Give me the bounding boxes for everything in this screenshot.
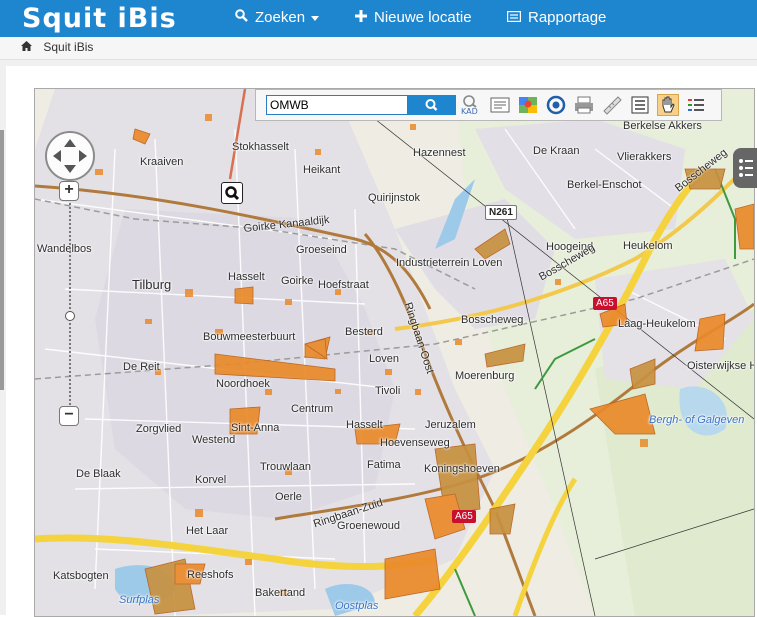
place-label: Hasselt (346, 419, 383, 431)
place-label: Sint-Anna (231, 422, 280, 434)
side-panel-toggle[interactable] (733, 148, 757, 188)
search-icon (235, 0, 248, 35)
breadcrumb: Squit iBis (0, 37, 757, 60)
place-label: Het Laar (186, 525, 229, 537)
nav-nieuwe-locatie-label: Nieuwe locatie (374, 9, 472, 26)
measure-ruler-icon[interactable] (601, 94, 623, 116)
place-label: Berkel-Enschot (567, 179, 642, 191)
place-label: Berkelse Akkers (623, 120, 702, 132)
place-label: Bosscheweg (461, 314, 524, 326)
place-label: Reeshofs (187, 569, 234, 581)
search-icon (425, 99, 438, 111)
place-label: Goirke (281, 275, 314, 287)
place-label: De Blaak (76, 468, 121, 480)
report-icon (506, 0, 522, 35)
pan-control[interactable] (45, 131, 95, 181)
place-label: Zorgvlied (136, 423, 182, 435)
legend-list-icon[interactable] (629, 94, 651, 116)
place-label: Loven (369, 353, 399, 365)
place-label: Groeseind (296, 244, 347, 256)
place-label: De Reit (123, 361, 160, 373)
place-label: Bouwmeesterbuurt (203, 331, 296, 343)
pan-hand-icon[interactable] (657, 94, 679, 116)
place-label: Hazennest (413, 147, 466, 159)
place-label: Westend (192, 434, 236, 446)
place-label: Quirijnstok (368, 192, 420, 204)
zoom-in-button[interactable]: + (59, 181, 79, 201)
nav-zoeken-dropdown[interactable]: Zoeken (235, 0, 320, 37)
road-shield: N261 (485, 205, 517, 220)
breadcrumb-item-home[interactable]: Squit iBis (21, 40, 93, 54)
place-label: Heukelom (623, 240, 673, 252)
place-label: De Kraan (533, 145, 580, 157)
info-list-icon[interactable] (489, 94, 511, 116)
place-label: Jeruzalem (425, 419, 476, 431)
place-label: Besterd (345, 326, 383, 338)
map-search-button[interactable] (408, 95, 456, 115)
breadcrumb-label: Squit iBis (43, 40, 94, 54)
pan-arrows-icon (53, 139, 87, 173)
nav-zoeken-label: Zoeken (255, 9, 306, 26)
print-icon[interactable] (573, 94, 595, 116)
place-label: Groenewoud (337, 520, 400, 532)
place-label: Hoevenseweg (380, 437, 450, 449)
place-label: Fatima (367, 459, 401, 471)
water-label: Oostplas (335, 600, 379, 612)
zoom-out-button[interactable]: − (59, 406, 79, 426)
road-shield: A65 (452, 510, 476, 523)
place-label: Trouwlaan (260, 461, 311, 473)
place-label: Wandelbos (37, 243, 92, 255)
place-label: Noordhoek (216, 378, 270, 390)
chevron-down-icon (311, 15, 320, 21)
place-label: Hoefstraat (318, 279, 369, 291)
place-label: Tivoli (375, 385, 401, 397)
place-label: Moerenburg (455, 370, 515, 382)
place-label: Katsbogten (53, 570, 109, 582)
water-label: Surfplas (119, 594, 160, 606)
map-search-input[interactable] (266, 95, 408, 115)
road-shield: A65 (593, 297, 617, 310)
water-label: Bergh- of Galgeven (649, 414, 745, 426)
kadaster-search-icon[interactable]: KAD (461, 94, 483, 116)
top-navbar: Squit iBis Zoeken Nieuwe locatie Rapport… (0, 0, 757, 37)
place-label: Tilburg (132, 277, 172, 292)
left-scroll-edge[interactable] (0, 130, 4, 390)
nav-rapportage[interactable]: Rapportage (506, 0, 607, 37)
map-toolbar: KAD (255, 89, 722, 121)
app-brand-logo[interactable]: Squit iBis (22, 2, 177, 35)
layers-list-icon[interactable] (685, 94, 707, 116)
target-icon[interactable] (545, 94, 567, 116)
place-label: Hasselt (228, 271, 265, 283)
map-viewer[interactable]: Stokhasselt Kraaiven Heikant Quirijnstok… (34, 88, 755, 617)
place-label: Heikant (303, 164, 341, 176)
place-label: Kraaiven (140, 156, 184, 168)
home-icon (21, 40, 35, 54)
place-label: Oisterwijkse Hoeve (687, 360, 754, 372)
place-label: Industrieterrein Loven (396, 257, 503, 269)
place-label: Centrum (291, 403, 334, 415)
nav-rapportage-label: Rapportage (528, 9, 607, 26)
place-label: Stokhasselt (232, 141, 289, 153)
place-label: Laag-Heukelom (618, 318, 696, 330)
kad-label: KAD (461, 107, 478, 116)
place-label: Oerle (275, 491, 302, 503)
zoom-slider-track[interactable] (69, 191, 71, 413)
google-maps-icon[interactable] (517, 94, 539, 116)
zoom-slider-handle[interactable] (65, 311, 75, 321)
search-marker-icon[interactable] (221, 182, 243, 204)
place-label: Korvel (195, 474, 227, 486)
nav-nieuwe-locatie[interactable]: Nieuwe locatie (355, 0, 472, 37)
place-label: Vlierakkers (617, 151, 672, 163)
place-label: Bakertand (255, 587, 306, 599)
place-label: Koningshoeven (424, 463, 500, 475)
plus-icon (355, 0, 367, 35)
list-icon (739, 159, 753, 177)
